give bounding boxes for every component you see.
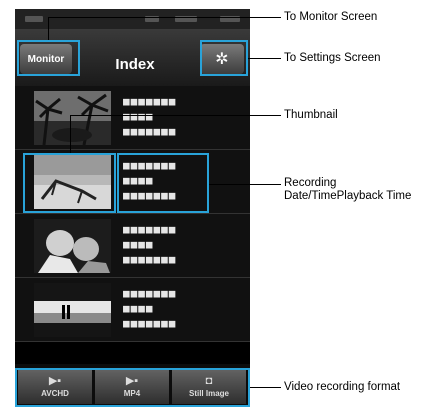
recording-info: ■■■■■■■ ■■■■ ■■■■■■■ (123, 94, 176, 139)
settings-callout-label: To Settings Screen (284, 52, 381, 64)
recording-time: ■■■■ (123, 238, 154, 251)
thumbnail-highlight (23, 153, 116, 213)
page-title: Index (115, 56, 155, 73)
recording-time: ■■■■ (123, 302, 154, 315)
callout-line (70, 115, 281, 116)
recording-callout-label: Recording (284, 177, 337, 189)
recording-date: ■■■■■■■ (123, 287, 177, 300)
list-item[interactable]: ■■■■■■■ ■■■■ ■■■■■■■ (15, 214, 250, 278)
format-callout-label: Video recording format (284, 381, 401, 393)
thumbnail-callout-label: Thumbnail (284, 109, 338, 121)
playback-time: ■■■■■■■ (123, 317, 177, 330)
settings-highlight (200, 40, 248, 76)
playback-time: ■■■■■■■ (123, 125, 177, 138)
callout-line (70, 115, 71, 153)
playback-time: ■■■■■■■ (123, 253, 177, 266)
children-thumbnail[interactable] (34, 219, 111, 273)
callout-line (48, 17, 281, 18)
format-highlight (15, 368, 250, 407)
callout-line (209, 184, 281, 185)
monitor-highlight (17, 40, 80, 76)
recording-time: ■■■■ (123, 110, 154, 123)
recording-date: ■■■■■■■ (123, 95, 177, 108)
monitor-callout-label: To Monitor Screen (284, 11, 378, 23)
callout-line (248, 58, 281, 59)
recording-info: ■■■■■■■ ■■■■ ■■■■■■■ (123, 286, 176, 331)
recording-date: ■■■■■■■ (123, 223, 177, 236)
status-bar (15, 9, 250, 29)
callout-line (250, 387, 281, 388)
list-item[interactable]: ■■■■■■■ ■■■■ ■■■■■■■ (15, 278, 250, 342)
palm-trees-thumbnail[interactable] (34, 91, 111, 145)
recording-info-highlight (117, 153, 209, 213)
sunset-beach-thumbnail[interactable] (34, 283, 111, 337)
recording-info: ■■■■■■■ ■■■■ ■■■■■■■ (123, 222, 176, 267)
recording-callout-label-2: Date/TimePlayback Time (284, 190, 412, 202)
list-item[interactable]: ■■■■■■■ ■■■■ ■■■■■■■ (15, 86, 250, 150)
callout-line (48, 17, 49, 40)
